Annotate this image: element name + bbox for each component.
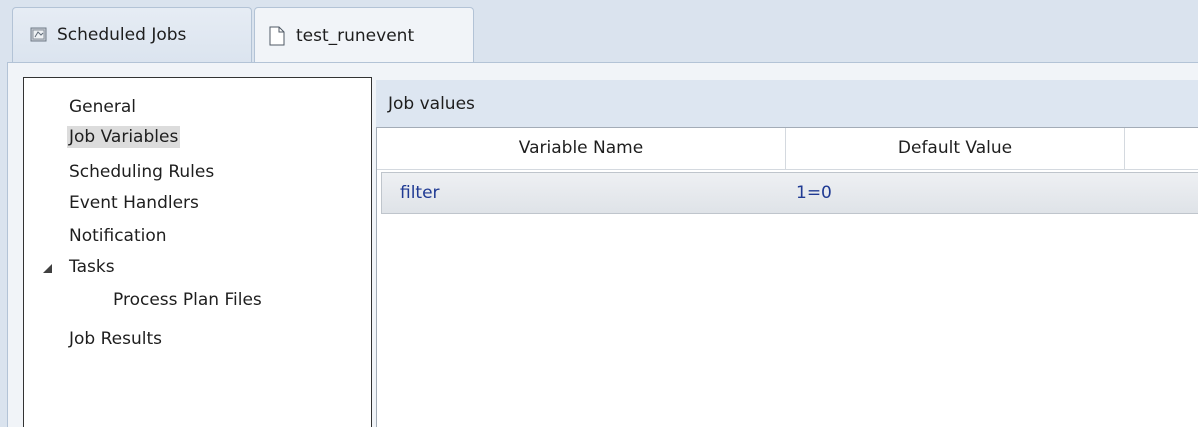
tab-label: test_runevent — [296, 25, 415, 46]
nav-item-job-variables[interactable]: Job Variables — [67, 126, 181, 148]
tab-test-runevent[interactable]: test_runevent — [254, 7, 474, 63]
table-row[interactable]: filter 1=0 — [381, 172, 1198, 214]
expand-arrow-icon[interactable] — [43, 264, 52, 273]
tab-strip: Scheduled Jobs test_runevent — [0, 0, 1198, 63]
document-icon — [268, 26, 286, 46]
nav-item-process-plan-files[interactable]: Process Plan Files — [111, 289, 264, 311]
nav-item-notification[interactable]: Notification — [67, 225, 169, 247]
nav-item-job-results[interactable]: Job Results — [67, 328, 164, 350]
nav-panel: General Job Variables Scheduling Rules E… — [23, 77, 372, 427]
tab-label: Scheduled Jobs — [57, 25, 187, 45]
job-values-grid: Variable Name Default Value filter 1=0 — [376, 127, 1198, 427]
nav-item-tasks[interactable]: Tasks — [67, 256, 117, 278]
nav-item-event-handlers[interactable]: Event Handlers — [67, 192, 201, 214]
grid-header: Variable Name Default Value — [377, 128, 1198, 170]
column-header-variable-name[interactable]: Variable Name — [377, 128, 786, 169]
cell-variable-name[interactable]: filter — [400, 183, 440, 203]
tab-scheduled-jobs[interactable]: Scheduled Jobs — [12, 7, 252, 62]
nav-item-scheduling-rules[interactable]: Scheduling Rules — [67, 161, 216, 183]
cell-default-value[interactable]: 1=0 — [796, 183, 832, 203]
scheduled-jobs-icon — [30, 25, 48, 45]
column-header-default-value[interactable]: Default Value — [786, 128, 1125, 169]
section-title: Job values — [388, 94, 475, 114]
section-header: Job values — [376, 80, 1198, 127]
nav-item-general[interactable]: General — [67, 96, 138, 118]
